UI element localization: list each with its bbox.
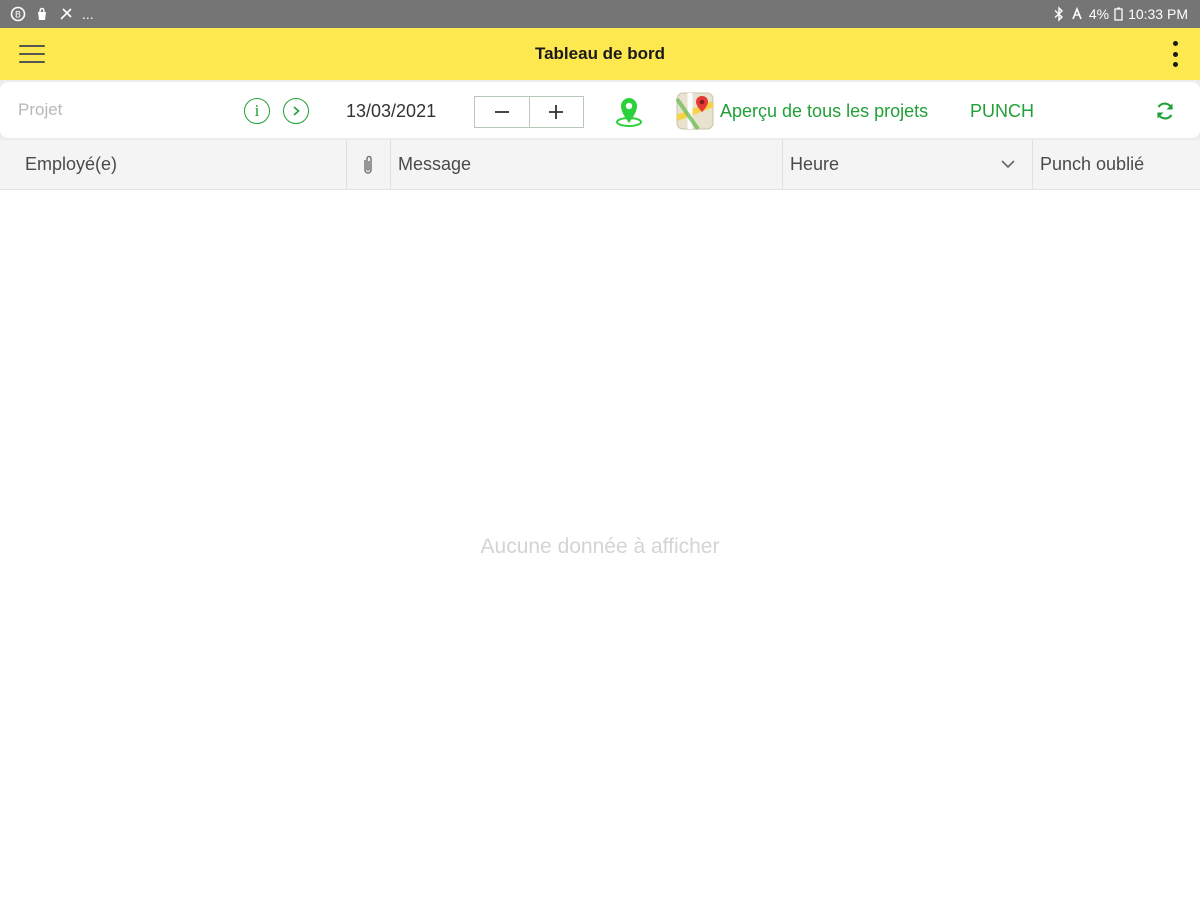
minus-icon bbox=[494, 111, 509, 113]
more-options-icon[interactable] bbox=[1170, 40, 1180, 68]
shopping-bag-icon bbox=[34, 6, 50, 22]
column-divider bbox=[782, 140, 783, 189]
bluetooth-icon bbox=[1053, 6, 1065, 22]
punch-button[interactable]: PUNCH bbox=[970, 101, 1034, 122]
date-decrement-button[interactable] bbox=[475, 97, 529, 127]
alarm-icon bbox=[1070, 6, 1084, 22]
date-stepper bbox=[474, 96, 584, 128]
date-increment-button[interactable] bbox=[528, 97, 584, 127]
column-header-message[interactable]: Message bbox=[398, 140, 471, 189]
battery-icon bbox=[1114, 6, 1123, 22]
status-time: 10:33 PM bbox=[1128, 6, 1188, 22]
status-bar: B ... 4% 10:33 PM bbox=[0, 0, 1200, 28]
chevron-down-icon bbox=[1001, 160, 1015, 169]
overview-all-projects-link[interactable]: Aperçu de tous les projets bbox=[720, 101, 928, 122]
column-header-forgot-punch[interactable]: Punch oublié bbox=[1040, 140, 1144, 189]
empty-state-message: Aucune donnée à afficher bbox=[480, 535, 720, 558]
tools-icon bbox=[58, 6, 74, 22]
maps-icon[interactable] bbox=[675, 92, 715, 131]
date-display[interactable]: 13/03/2021 bbox=[346, 101, 436, 122]
project-input[interactable] bbox=[18, 98, 218, 122]
info-icon[interactable]: i bbox=[244, 98, 270, 124]
column-header-attachment[interactable] bbox=[346, 140, 390, 189]
column-header-employee[interactable]: Employé(e) bbox=[25, 140, 117, 189]
page-title: Tableau de bord bbox=[534, 44, 666, 63]
column-divider bbox=[1032, 140, 1033, 189]
more-notifications: ... bbox=[82, 6, 94, 22]
refresh-icon[interactable] bbox=[1153, 99, 1177, 123]
toolbar-card: i 13/03/2021 bbox=[0, 82, 1200, 138]
status-left-icons: B ... bbox=[10, 5, 94, 23]
location-pin-icon[interactable] bbox=[614, 94, 644, 128]
app-notification-icon: B bbox=[10, 6, 26, 22]
column-divider bbox=[390, 140, 391, 189]
chevron-right-icon[interactable] bbox=[283, 98, 309, 124]
svg-text:B: B bbox=[15, 11, 21, 21]
app-bar: Tableau de bord bbox=[0, 28, 1200, 80]
status-right-icons: 4% 10:33 PM bbox=[1053, 5, 1188, 23]
column-header-time[interactable]: Heure bbox=[790, 140, 1032, 189]
column-header-time-label: Heure bbox=[790, 154, 840, 174]
battery-percent: 4% bbox=[1088, 6, 1110, 22]
table-header: Employé(e) Message Heure Punch oublié bbox=[0, 140, 1200, 190]
toolbar: i 13/03/2021 bbox=[0, 80, 1200, 140]
plus-icon bbox=[549, 105, 564, 119]
paperclip-icon bbox=[364, 155, 372, 174]
